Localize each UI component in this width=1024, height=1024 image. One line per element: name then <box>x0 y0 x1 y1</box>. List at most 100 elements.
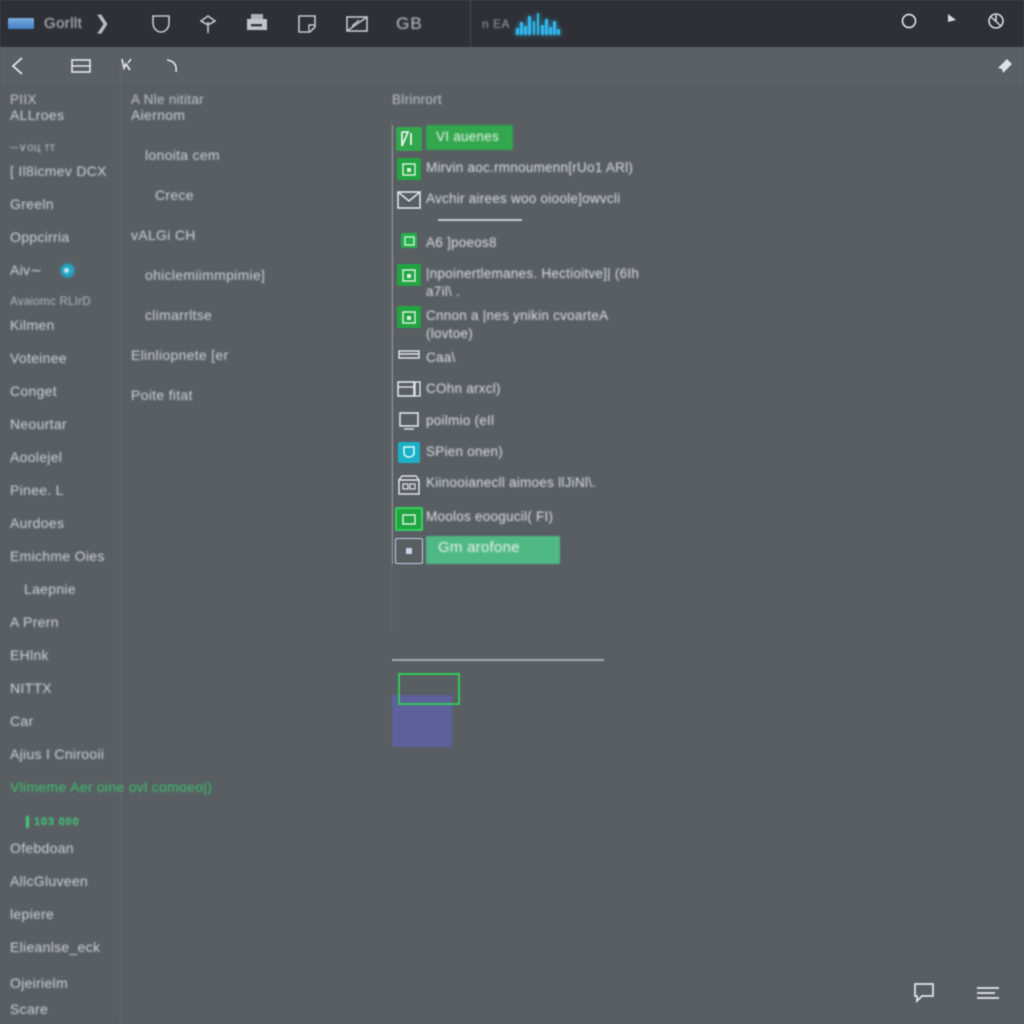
mid-column-item-6[interactable]: Elinliopnete [er <box>121 347 389 363</box>
list-lines-icon[interactable] <box>974 983 1002 1008</box>
tag-icon[interactable] <box>296 13 318 35</box>
main-list-underline <box>438 219 522 221</box>
mid-column-item-label: ohiclemiimmpimie] <box>145 267 266 283</box>
display-icon <box>392 409 426 436</box>
main-list: VI auenes Mirvin aoc.rmnoumenn[rUo1 ARl) A… <box>392 125 792 747</box>
sidebar-item-25[interactable]: lepiere <box>0 906 120 922</box>
sidebar-item-0[interactable]: ALLroes <box>0 107 120 123</box>
sidebar-item-11[interactable]: Aoolejel <box>0 449 120 465</box>
main-list-item[interactable]: COhn arxcl) <box>392 377 792 406</box>
sidebar-item-18[interactable]: NITTX <box>0 680 120 696</box>
pin-arrow-icon[interactable] <box>992 47 1012 85</box>
card-icon-glyph <box>398 348 420 366</box>
sidebar-item-3[interactable]: Greeln <box>0 196 120 212</box>
green-monitor-chip-icon-glyph <box>397 306 421 328</box>
main-list-item[interactable]: Moolos eoogucil( FI) <box>392 505 792 533</box>
gb-label-icon[interactable]: GB <box>396 14 423 34</box>
sidebar-item-20[interactable]: Ajius I Cnirooii <box>0 746 120 762</box>
shield-outline-icon[interactable] <box>150 14 172 34</box>
chevron-right-icon[interactable]: ❯ <box>94 12 110 35</box>
small-green-box-icon <box>392 231 426 248</box>
power-icon[interactable] <box>986 11 1006 36</box>
sidebar-item-label: Vlimeme Aer oine ovl comoeo|) <box>10 779 213 795</box>
sidebar-item-27[interactable]: Ojeirielm <box>0 975 120 991</box>
sidebar-item-label: Laepnie <box>24 581 76 597</box>
main-list-item-label: A6 ]poeos8 <box>426 235 497 250</box>
sidebar-item-label: Elieanlse_eck <box>10 939 101 955</box>
mid-column-item-4[interactable]: ohiclemiimmpimie] <box>121 267 389 283</box>
main-list-item-label: COhn arxcl) <box>426 381 501 396</box>
sidebar-item-2[interactable]: [ Il8icmev DCX <box>0 163 120 179</box>
mid-column-item-5[interactable]: climarrltse <box>121 307 389 323</box>
sidebar-item-17[interactable]: EHlnk <box>0 647 120 663</box>
sidebar-item-label: Ajius I Cnirooii <box>10 746 105 762</box>
sidebar-item-1[interactable]: ─∨ᴏц ᴛт <box>0 140 120 154</box>
media-indicator[interactable]: n EA <box>482 0 561 47</box>
mid-column-item-3[interactable]: vALGi CH <box>121 227 389 243</box>
main-list-item[interactable]: Mirvin aoc.rmnoumenn[rUo1 ARl) <box>392 156 792 184</box>
sidebar-item-28[interactable]: Scare <box>0 1001 120 1017</box>
cyan-shield-chip-icon-glyph <box>398 442 420 463</box>
envelope-icon-glyph <box>396 189 422 216</box>
audio-waveform-icon <box>516 12 561 35</box>
sidebar-item-12[interactable]: Pinee. L <box>0 482 120 498</box>
main-list-item[interactable]: A6 ]poeos8 <box>392 231 792 259</box>
printer-icon[interactable] <box>244 13 270 35</box>
mid-column-item-7[interactable]: Poite fitat <box>121 387 389 403</box>
purple-door-icon-glyph <box>395 538 423 564</box>
sidebar-item-23[interactable]: Ofebdoan <box>0 840 120 856</box>
storefront-icon-glyph <box>396 473 422 502</box>
sidebar-item-label: AllcGluveen <box>10 873 89 889</box>
sidebar-item-14[interactable]: Emichme Oies <box>0 548 120 564</box>
mid-column-item-label: Crece <box>155 187 194 203</box>
main-list-item-label: Avchir airees woo oioole]owvcli <box>426 191 621 206</box>
sidebar-item-label: Ojeirielm <box>10 975 68 991</box>
sidebar-item-8[interactable]: Voteinee <box>0 350 120 366</box>
circle-icon[interactable] <box>900 12 918 35</box>
sidebar-item-label: ALLroes <box>10 107 65 123</box>
main-bottom-rule <box>392 659 604 661</box>
sidebar-item-21[interactable]: Vlimeme Aer oine ovl comoeo|) <box>0 779 212 795</box>
back-arrow-icon[interactable] <box>6 53 32 79</box>
mid-column-item-1[interactable]: lonoita cem <box>121 147 389 163</box>
sidebar-badge-label: 103 000 <box>26 816 79 828</box>
main-list-item[interactable]: |npoinertlemanes. Hectioitve]| (6Ih a7il… <box>392 262 792 301</box>
sidebar-item-6[interactable]: Avaiomc RLIrD <box>0 296 120 308</box>
sidebar-item-label: Scare <box>10 1001 49 1017</box>
green-window-chip-icon <box>392 262 426 286</box>
main-list-item-label: Caa\ <box>426 350 456 365</box>
sidebar-item-15[interactable]: Laepnie <box>0 581 120 597</box>
main-list-item[interactable]: SPien onen) <box>392 440 792 468</box>
sidebar-item-label: Conget <box>10 383 57 399</box>
sidebar-item-10[interactable]: Neourtar <box>0 416 120 432</box>
flag-icon[interactable] <box>944 11 960 36</box>
sidebar-item-label: Pinee. L <box>10 482 64 498</box>
cyan-shield-chip-icon <box>392 440 426 463</box>
sidebar-item-5[interactable]: Aiv∼ <box>0 262 120 279</box>
green-window-chip-icon-glyph <box>397 264 421 286</box>
crossed-box-icon[interactable] <box>344 14 370 34</box>
main-list-item[interactable]: Cnnon a |nes ynikin cvoarteA (lovtoe) <box>392 304 792 343</box>
window-split-icon[interactable] <box>70 57 92 75</box>
mid-column-item-2[interactable]: Crece <box>121 187 389 203</box>
main-list-item[interactable]: Gm arofone <box>392 536 792 564</box>
sidebar-item-24[interactable]: AllcGluveen <box>0 873 120 889</box>
sidebar-item-4[interactable]: Oppcirria <box>0 229 120 245</box>
speech-bubble-icon[interactable] <box>912 981 938 1010</box>
pin-icon[interactable] <box>198 13 218 35</box>
main-list-item[interactable]: Caa\ <box>392 346 792 374</box>
storefront-icon <box>392 471 426 502</box>
sidebar-item-19[interactable]: Car <box>0 713 120 729</box>
sidebar-item-16[interactable]: A Prern <box>0 614 120 630</box>
mid-column-item-list: Aiernom lonoita cem Crece vALGi CH ohiclemii… <box>121 107 389 403</box>
redo-arrow-icon[interactable] <box>162 56 184 76</box>
sidebar-item-13[interactable]: Aurdoes <box>0 515 120 531</box>
sidebar-item-7[interactable]: Kilmen <box>0 317 120 333</box>
main-list-item[interactable]: VI auenes <box>392 125 792 153</box>
mid-column-item-0[interactable]: Aiernom <box>121 107 389 123</box>
sidebar-item-26[interactable]: Elieanlse_eck <box>0 939 120 955</box>
main-list-item[interactable]: Avchir airees woo oioole]owvcli <box>392 187 792 216</box>
main-list-item[interactable]: Kiinooianecll aimoes llJiNl\. <box>392 471 792 502</box>
sidebar-item-9[interactable]: Conget <box>0 383 120 399</box>
main-list-item[interactable]: poilmio (eIl <box>392 409 792 437</box>
